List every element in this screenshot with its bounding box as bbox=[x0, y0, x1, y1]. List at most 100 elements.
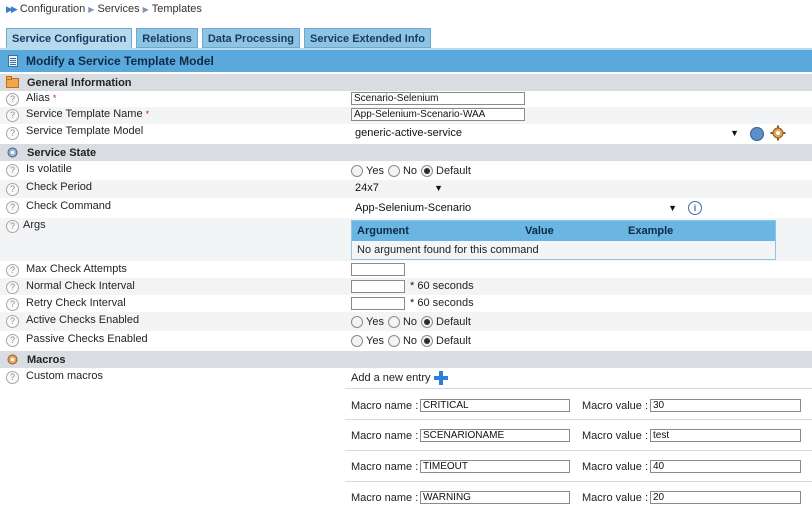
breadcrumb-services[interactable]: Services bbox=[97, 3, 139, 15]
args-empty-message: No argument found for this command bbox=[357, 244, 539, 256]
field-label: Args bbox=[23, 219, 46, 231]
interval-unit: * 60 seconds bbox=[410, 280, 474, 292]
question-mark-icon[interactable]: ? bbox=[6, 371, 19, 384]
field-label: Normal Check Interval bbox=[26, 280, 135, 292]
macro-name-label: Macro name : bbox=[351, 430, 419, 442]
field-label: Check Command bbox=[26, 200, 111, 212]
args-table: Argument Value Example No argument found… bbox=[351, 220, 776, 260]
dropdown-arrow-icon: ▼ bbox=[434, 183, 443, 193]
field-label: Service Template Name * bbox=[26, 108, 150, 120]
macro-value-label: Macro value : bbox=[582, 400, 649, 412]
template-name-input[interactable]: App-Selenium-Scenario-WAA bbox=[351, 108, 525, 121]
template-model-select[interactable]: generic-active-service ▼ bbox=[351, 125, 739, 141]
field-label: Retry Check Interval bbox=[26, 297, 126, 309]
macro-value-label: Macro value : bbox=[582, 430, 649, 442]
question-mark-icon[interactable]: ? bbox=[6, 281, 19, 294]
radio-yes[interactable] bbox=[351, 165, 363, 177]
tab-bar: Service Configuration Relations Data Pro… bbox=[6, 28, 435, 48]
gear-icon bbox=[6, 146, 19, 159]
info-icon[interactable]: i bbox=[688, 201, 702, 215]
macro-value-input[interactable]: 20 bbox=[650, 491, 801, 504]
row-alias: ? Alias * Scenario-Selenium bbox=[0, 91, 812, 107]
gear-icon bbox=[6, 353, 19, 366]
question-mark-icon[interactable]: ? bbox=[6, 264, 19, 277]
macro-value-input[interactable]: test bbox=[650, 429, 801, 442]
divider bbox=[345, 419, 812, 420]
field-label: Custom macros bbox=[26, 370, 104, 382]
radio-yes[interactable] bbox=[351, 316, 363, 328]
normal-check-interval-input[interactable] bbox=[351, 280, 405, 293]
field-label: Passive Checks Enabled bbox=[26, 333, 148, 345]
folder-icon bbox=[6, 76, 19, 89]
macro-value-input[interactable]: 40 bbox=[650, 460, 801, 473]
row-active-checks: ? Active Checks Enabled Yes No Default bbox=[0, 312, 812, 331]
radio-no[interactable] bbox=[387, 165, 400, 177]
row-check-command: ? Check Command App-Selenium-Scenario ▼ … bbox=[0, 198, 812, 218]
breadcrumb-templates[interactable]: Templates bbox=[152, 3, 202, 15]
radio-default[interactable] bbox=[421, 165, 434, 177]
info-circle-icon[interactable] bbox=[750, 127, 764, 141]
question-mark-icon[interactable]: ? bbox=[6, 315, 19, 328]
row-template-model: ? Service Template Model generic-active-… bbox=[0, 124, 812, 143]
field-label: Alias * bbox=[26, 92, 57, 104]
question-mark-icon[interactable]: ? bbox=[6, 298, 19, 311]
section-service-state: Service State bbox=[0, 144, 812, 161]
macro-name-input[interactable]: CRITICAL bbox=[420, 399, 570, 412]
divider bbox=[345, 388, 812, 389]
macro-name-input[interactable]: WARNING bbox=[420, 491, 570, 504]
plus-icon[interactable] bbox=[434, 371, 448, 385]
is-volatile-radios: Yes No Default bbox=[351, 163, 475, 179]
tab-service-configuration[interactable]: Service Configuration bbox=[6, 28, 133, 48]
add-entry-label[interactable]: Add a new entry bbox=[351, 372, 431, 384]
section-general-information: General Information bbox=[0, 74, 812, 91]
field-label: Check Period bbox=[26, 181, 93, 193]
tab-relations[interactable]: Relations bbox=[136, 28, 198, 48]
row-template-name: ? Service Template Name * App-Selenium-Sc… bbox=[0, 107, 812, 124]
question-mark-icon[interactable]: ? bbox=[6, 93, 19, 106]
macro-name-input[interactable]: TIMEOUT bbox=[420, 460, 570, 473]
section-title: Service State bbox=[27, 146, 97, 159]
chevron-right-icon: ▶ bbox=[88, 4, 95, 14]
gear-icon[interactable] bbox=[770, 125, 786, 141]
max-check-attempts-input[interactable] bbox=[351, 263, 405, 276]
radio-no[interactable] bbox=[387, 335, 400, 347]
col-argument: Argument bbox=[357, 225, 409, 237]
form-title-bar: Modify a Service Template Model bbox=[0, 50, 812, 72]
macro-name-label: Macro name : bbox=[351, 492, 419, 504]
macro-name-input[interactable]: SCENARIONAME bbox=[420, 429, 570, 442]
alias-input[interactable]: Scenario-Selenium bbox=[351, 92, 525, 105]
radio-no[interactable] bbox=[387, 316, 400, 328]
radio-default[interactable] bbox=[421, 335, 434, 347]
chevron-right-icon: ▶ bbox=[142, 4, 149, 14]
double-chevron-right-icon: ▶▶ bbox=[6, 3, 18, 14]
tab-service-extended-info[interactable]: Service Extended Info bbox=[304, 28, 431, 48]
question-mark-icon[interactable]: ? bbox=[6, 109, 19, 122]
radio-default[interactable] bbox=[421, 316, 434, 328]
breadcrumb: ▶▶ Configuration ▶ Services ▶ Templates bbox=[6, 2, 202, 16]
col-value: Value bbox=[525, 225, 554, 237]
row-max-check-attempts: ? Max Check Attempts bbox=[0, 261, 812, 278]
question-mark-icon[interactable]: ? bbox=[6, 183, 19, 196]
section-title: General Information bbox=[27, 76, 132, 89]
tab-data-processing[interactable]: Data Processing bbox=[201, 28, 301, 48]
question-mark-icon[interactable]: ? bbox=[6, 201, 19, 214]
divider bbox=[345, 481, 812, 482]
row-check-period: ? Check Period 24x7 ▼ bbox=[0, 180, 812, 198]
macro-value-input[interactable]: 30 bbox=[650, 399, 801, 412]
field-label: Max Check Attempts bbox=[26, 263, 127, 275]
field-label: Is volatile bbox=[26, 163, 72, 175]
retry-check-interval-input[interactable] bbox=[351, 297, 405, 310]
breadcrumb-configuration[interactable]: Configuration bbox=[20, 3, 85, 15]
interval-unit: * 60 seconds bbox=[410, 297, 474, 309]
check-period-select[interactable]: 24x7 ▼ bbox=[351, 180, 443, 196]
divider bbox=[345, 450, 812, 451]
question-mark-icon[interactable]: ? bbox=[6, 220, 19, 233]
check-command-select[interactable]: App-Selenium-Scenario ▼ bbox=[351, 200, 677, 216]
question-mark-icon[interactable]: ? bbox=[6, 127, 19, 140]
row-normal-check-interval: ? Normal Check Interval * 60 seconds bbox=[0, 278, 812, 295]
radio-yes[interactable] bbox=[351, 335, 363, 347]
question-mark-icon[interactable]: ? bbox=[6, 334, 19, 347]
page-title: Modify a Service Template Model bbox=[26, 54, 214, 68]
question-mark-icon[interactable]: ? bbox=[6, 164, 19, 177]
row-passive-checks: ? Passive Checks Enabled Yes No Default bbox=[0, 331, 812, 350]
